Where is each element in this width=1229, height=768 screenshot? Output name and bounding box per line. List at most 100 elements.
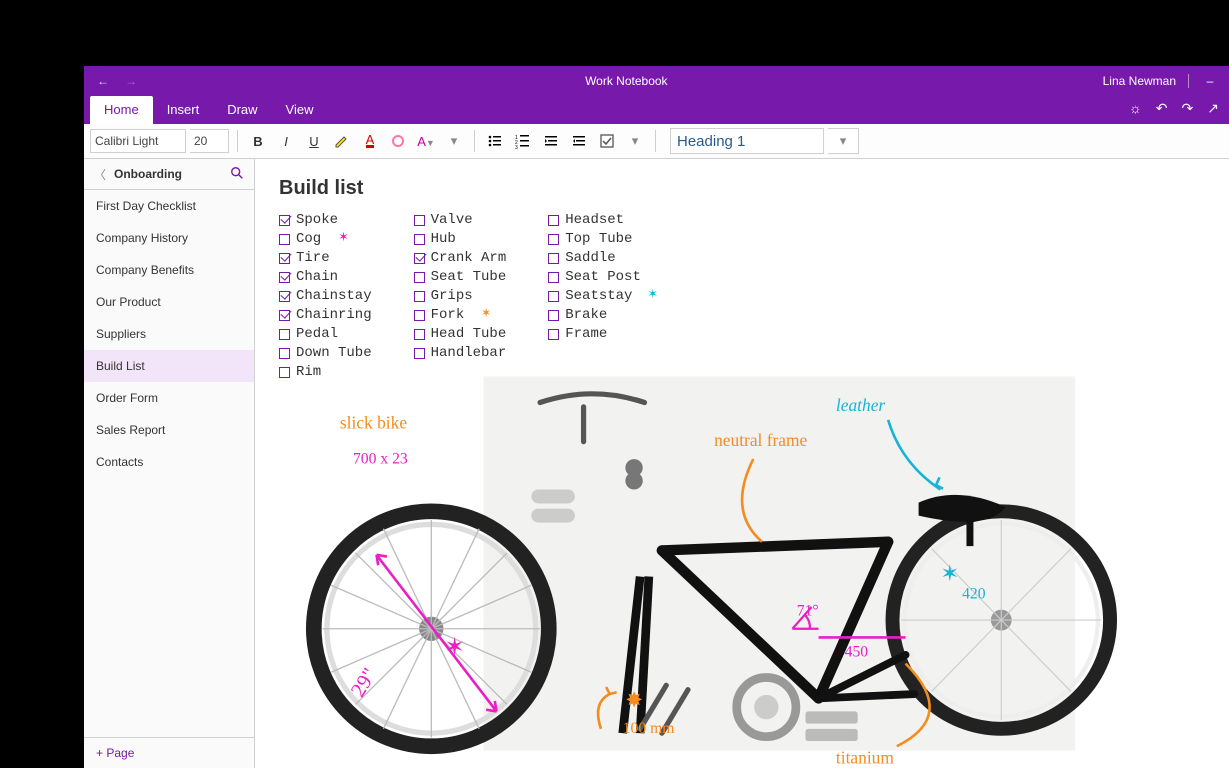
style-dropdown[interactable]: ▾: [828, 128, 859, 154]
checkbox[interactable]: [548, 272, 559, 283]
checklist-item[interactable]: Frame: [548, 326, 641, 343]
page-title[interactable]: Build list: [279, 177, 1205, 200]
tab-view[interactable]: View: [272, 96, 328, 124]
sidebar-page-item[interactable]: Build List: [84, 350, 254, 382]
section-back-icon[interactable]: 〈: [94, 166, 106, 183]
checkbox[interactable]: [279, 234, 290, 245]
sidebar-page-item[interactable]: Contacts: [84, 446, 254, 478]
more-font-dropdown[interactable]: ▾: [442, 129, 466, 153]
checklist-item[interactable]: Chainring: [279, 307, 372, 324]
checklist-item[interactable]: Cog✶: [279, 231, 372, 248]
checklist-item[interactable]: Seat Tube: [414, 269, 507, 286]
checklist-label: Spoke: [296, 212, 338, 229]
bullet-list-button[interactable]: [483, 129, 507, 153]
checkbox[interactable]: [548, 253, 559, 264]
font-name-input[interactable]: Calibri Light: [90, 129, 186, 153]
checkbox[interactable]: [279, 310, 290, 321]
checkbox[interactable]: [279, 253, 290, 264]
underline-button[interactable]: U: [302, 129, 326, 153]
checklist-label: Chainstay: [296, 288, 372, 305]
checkbox[interactable]: [414, 215, 425, 226]
minimize-icon[interactable]: –: [1201, 74, 1219, 88]
clear-format-button[interactable]: A▼: [414, 129, 438, 153]
sidebar-page-item[interactable]: Company Benefits: [84, 254, 254, 286]
checkbox[interactable]: [279, 291, 290, 302]
sidebar-page-item[interactable]: Our Product: [84, 286, 254, 318]
more-para-dropdown[interactable]: ▾: [623, 129, 647, 153]
checklist-item[interactable]: Chainstay: [279, 288, 372, 305]
checkbox[interactable]: [548, 234, 559, 245]
checkbox[interactable]: [279, 272, 290, 283]
checklist-item[interactable]: Headset: [548, 212, 641, 229]
checklist-label: Chain: [296, 269, 338, 286]
checkbox[interactable]: [279, 329, 290, 340]
tab-draw[interactable]: Draw: [213, 96, 271, 124]
checklist-item[interactable]: Tire: [279, 250, 372, 267]
tab-insert[interactable]: Insert: [153, 96, 214, 124]
nav-forward-icon[interactable]: →: [118, 74, 144, 88]
checklist-label: Head Tube: [431, 326, 507, 343]
bold-button[interactable]: B: [246, 129, 270, 153]
checkbox[interactable]: [279, 348, 290, 359]
user-name[interactable]: Lina Newman: [1103, 74, 1176, 88]
checklist-item[interactable]: Crank Arm: [414, 250, 507, 267]
indent-button[interactable]: [567, 129, 591, 153]
add-page-button[interactable]: Page: [84, 737, 254, 768]
number-list-button[interactable]: 123: [511, 129, 535, 153]
sidebar-page-item[interactable]: Order Form: [84, 382, 254, 414]
checklist-item[interactable]: Spoke: [279, 212, 372, 229]
checkbox[interactable]: [548, 291, 559, 302]
checklist-item[interactable]: Brake: [548, 307, 641, 324]
todo-tag-button[interactable]: [595, 129, 619, 153]
annotation-100mm: 100 mm: [623, 720, 675, 737]
checklist-label: Seat Tube: [431, 269, 507, 286]
checkbox[interactable]: [414, 310, 425, 321]
search-icon[interactable]: [230, 166, 244, 183]
checklist-item[interactable]: Seatstay✶: [548, 288, 641, 305]
checkbox[interactable]: [548, 329, 559, 340]
sidebar-page-item[interactable]: Suppliers: [84, 318, 254, 350]
checklist-item[interactable]: Valve: [414, 212, 507, 229]
page-canvas[interactable]: Build list Spoke Cog✶ Tire Chain Chainstay Ch…: [255, 159, 1229, 768]
sidebar-page-item[interactable]: Sales Report: [84, 414, 254, 446]
outdent-button[interactable]: [539, 129, 563, 153]
checkbox[interactable]: [548, 215, 559, 226]
font-size-input[interactable]: 20: [190, 129, 229, 153]
lightbulb-icon[interactable]: ☼: [1129, 100, 1142, 117]
checkbox[interactable]: [414, 272, 425, 283]
checklist-item[interactable]: Pedal: [279, 326, 372, 343]
checklist-item[interactable]: Top Tube: [548, 231, 641, 248]
checkbox[interactable]: [414, 291, 425, 302]
tab-home[interactable]: Home: [90, 96, 153, 124]
checkbox[interactable]: [414, 253, 425, 264]
checklist-item[interactable]: Head Tube: [414, 326, 507, 343]
undo-icon[interactable]: ↶: [1156, 100, 1168, 117]
font-color-button[interactable]: A: [358, 129, 382, 153]
checklist-item[interactable]: Grips: [414, 288, 507, 305]
share-icon[interactable]: ↗: [1207, 100, 1219, 117]
checklist-item[interactable]: Fork✶: [414, 307, 507, 324]
italic-button[interactable]: I: [274, 129, 298, 153]
checklist-item[interactable]: Hub: [414, 231, 507, 248]
checkbox[interactable]: [414, 234, 425, 245]
checklist-item[interactable]: Chain: [279, 269, 372, 286]
highlight-button[interactable]: [330, 129, 354, 153]
redo-icon[interactable]: ↷: [1182, 100, 1194, 117]
checklist-item[interactable]: Seat Post: [548, 269, 641, 286]
sidebar-page-item[interactable]: First Day Checklist: [84, 190, 254, 222]
annotation-420: 420: [962, 585, 986, 602]
ink-color-button[interactable]: [386, 129, 410, 153]
style-select[interactable]: Heading 1: [670, 128, 824, 154]
checklist-item[interactable]: Saddle: [548, 250, 641, 267]
checkbox[interactable]: [279, 215, 290, 226]
section-name[interactable]: Onboarding: [114, 167, 222, 181]
checklist-label: Tire: [296, 250, 330, 267]
checklist-area[interactable]: Spoke Cog✶ Tire Chain Chainstay Chainring Peda…: [279, 212, 1205, 381]
checkbox[interactable]: [414, 348, 425, 359]
nav-back-icon[interactable]: ←: [90, 74, 116, 88]
star-icon: ✸: [625, 689, 642, 712]
annotation-neutral-frame: neutral frame: [714, 430, 807, 450]
sidebar-page-item[interactable]: Company History: [84, 222, 254, 254]
checkbox[interactable]: [414, 329, 425, 340]
checkbox[interactable]: [548, 310, 559, 321]
